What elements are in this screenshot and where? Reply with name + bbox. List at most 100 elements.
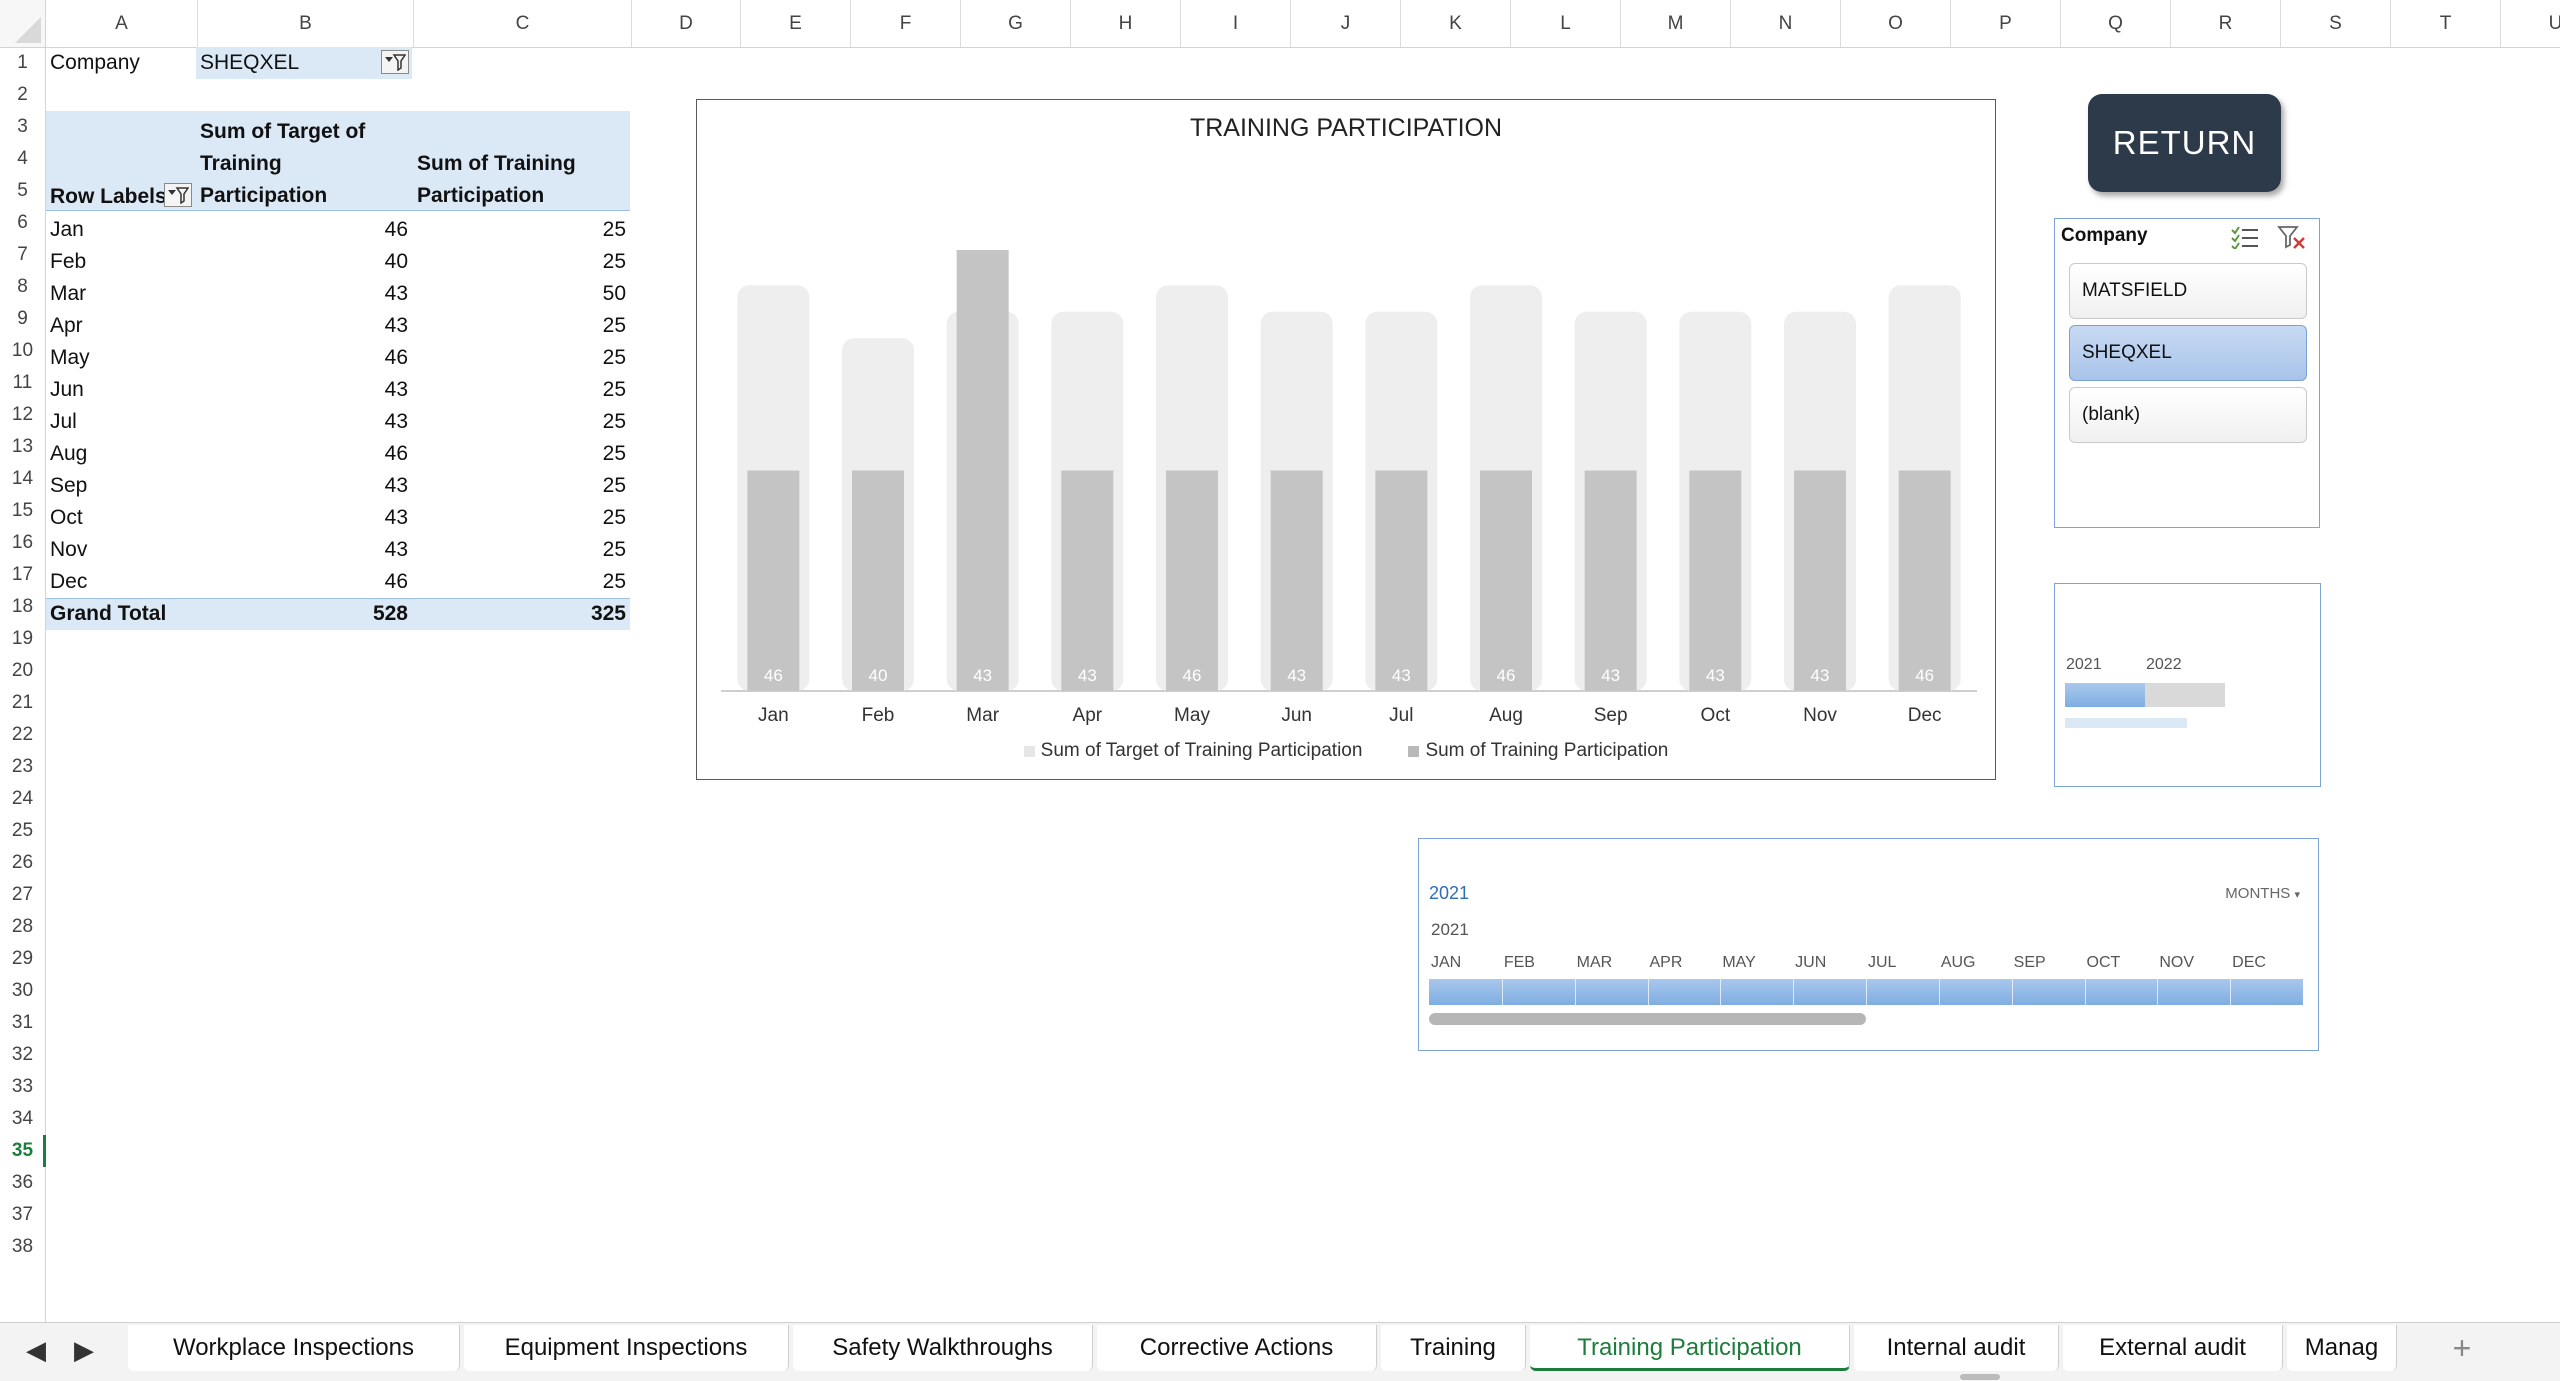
column-header-j[interactable]: J [1291, 0, 1401, 47]
row-header-1[interactable]: 1 [0, 47, 45, 79]
pivot-row-label[interactable]: Mar [46, 278, 196, 310]
column-header-p[interactable]: P [1951, 0, 2061, 47]
pivot-row-target[interactable]: 46 [196, 214, 412, 246]
timeline-year-2022[interactable]: 2022 [2146, 656, 2182, 674]
pivot-row-actual[interactable]: 50 [412, 278, 630, 310]
multi-select-icon[interactable] [2230, 225, 2260, 249]
row-header-15[interactable]: 15 [0, 495, 45, 527]
pivot-row-label[interactable]: Oct [46, 502, 196, 534]
row-header-5[interactable]: 5 [0, 175, 45, 207]
row-header-36[interactable]: 36 [0, 1167, 45, 1199]
column-header-o[interactable]: O [1841, 0, 1951, 47]
row-header-20[interactable]: 20 [0, 655, 45, 687]
timeline-month-feb[interactable]: FEB [1504, 954, 1535, 972]
pivot-row-actual[interactable]: 25 [412, 310, 630, 342]
row-header-3[interactable]: 3 [0, 111, 45, 143]
year-timeline[interactable]: 2021 2022 [2054, 583, 2321, 787]
timeline-month-jun[interactable]: JUN [1795, 954, 1826, 972]
pivot-row-target[interactable]: 43 [196, 374, 412, 406]
row-header-16[interactable]: 16 [0, 527, 45, 559]
row-header-35[interactable]: 35 [0, 1135, 45, 1167]
timeline-month-dec[interactable]: DEC [2232, 954, 2266, 972]
row-header-29[interactable]: 29 [0, 943, 45, 975]
pivot-row-label[interactable]: Jul [46, 406, 196, 438]
pivot-row-label[interactable]: Feb [46, 246, 196, 278]
bar-actual-jan[interactable] [747, 470, 800, 692]
slicer-item-blank[interactable]: (blank) [2069, 387, 2307, 443]
year-timeline-selection[interactable] [2065, 683, 2145, 707]
training-participation-chart[interactable]: TRAINING PARTICIPATION 46 Jan 40 Feb 43 Mar 43… [696, 99, 1996, 780]
column-header-b[interactable]: B [198, 0, 414, 47]
bar-actual-feb[interactable] [852, 470, 904, 692]
timeline-year-2021[interactable]: 2021 [2066, 656, 2102, 674]
clear-filter-icon[interactable] [2277, 225, 2307, 249]
row-header-25[interactable]: 25 [0, 815, 45, 847]
tab-safety-walkthroughs[interactable]: Safety Walkthroughs [793, 1325, 1093, 1371]
row-header-21[interactable]: 21 [0, 687, 45, 719]
column-header-u[interactable]: U [2501, 0, 2560, 47]
pivot-row-label[interactable]: Nov [46, 534, 196, 566]
pivot-row-target[interactable]: 43 [196, 278, 412, 310]
row-header-11[interactable]: 11 [0, 367, 45, 399]
slicer-item-sheqxel[interactable]: SHEQXEL [2069, 325, 2307, 381]
column-header-k[interactable]: K [1401, 0, 1511, 47]
bar-actual-jun[interactable] [1270, 470, 1323, 692]
pivot-row-label[interactable]: Apr [46, 310, 196, 342]
bar-actual-aug[interactable] [1480, 470, 1532, 692]
tab-internal-audit[interactable]: Internal audit [1854, 1325, 2059, 1371]
pivot-row-actual[interactable]: 25 [412, 470, 630, 502]
pivot-row-target[interactable]: 40 [196, 246, 412, 278]
row-header-12[interactable]: 12 [0, 399, 45, 431]
horizontal-scrollbar[interactable] [1960, 1374, 2000, 1380]
row-header-10[interactable]: 10 [0, 335, 45, 367]
pivot-row-actual[interactable]: 25 [412, 502, 630, 534]
timeline-month-aug[interactable]: AUG [1941, 954, 1976, 972]
pivot-row-actual[interactable]: 25 [412, 534, 630, 566]
bar-actual-mar[interactable] [956, 250, 1009, 691]
row-header-8[interactable]: 8 [0, 271, 45, 303]
tab-manag[interactable]: Manag [2287, 1325, 2397, 1371]
column-header-c[interactable]: C [414, 0, 632, 47]
row-header-23[interactable]: 23 [0, 751, 45, 783]
timeline-level-dropdown[interactable]: MONTHS ▾ [2225, 885, 2300, 902]
timeline-month-mar[interactable]: MAR [1577, 954, 1613, 972]
pivot-row-label[interactable]: Aug [46, 438, 196, 470]
pivot-row-target[interactable]: 46 [196, 342, 412, 374]
tab-workplace-inspections[interactable]: Workplace Inspections [128, 1325, 460, 1371]
pivot-row-target[interactable]: 46 [196, 566, 412, 598]
column-header-i[interactable]: I [1181, 0, 1291, 47]
column-header-n[interactable]: N [1731, 0, 1841, 47]
row-header-38[interactable]: 38 [0, 1231, 45, 1263]
pivot-row-target[interactable]: 43 [196, 534, 412, 566]
row-header-14[interactable]: 14 [0, 463, 45, 495]
row-header-37[interactable]: 37 [0, 1199, 45, 1231]
pivot-row-actual[interactable]: 25 [412, 214, 630, 246]
pivot-row-label[interactable]: Dec [46, 566, 196, 598]
pivot-row-actual[interactable]: 25 [412, 246, 630, 278]
column-header-h[interactable]: H [1071, 0, 1181, 47]
row-header-13[interactable]: 13 [0, 431, 45, 463]
tab-training[interactable]: Training [1381, 1325, 1526, 1371]
timeline-month-nov[interactable]: NOV [2159, 954, 2194, 972]
pivot-row-label[interactable]: Jun [46, 374, 196, 406]
bar-actual-apr[interactable] [1061, 470, 1114, 692]
row-header-27[interactable]: 27 [0, 879, 45, 911]
timeline-month-oct[interactable]: OCT [2087, 954, 2121, 972]
column-header-a[interactable]: A [46, 0, 198, 47]
column-header-r[interactable]: R [2171, 0, 2281, 47]
row-header-4[interactable]: 4 [0, 143, 45, 175]
pivot-row-label[interactable]: Sep [46, 470, 196, 502]
column-header-l[interactable]: L [1511, 0, 1621, 47]
column-header-m[interactable]: M [1621, 0, 1731, 47]
timeline-month-apr[interactable]: APR [1650, 954, 1683, 972]
bar-actual-sep[interactable] [1584, 470, 1637, 692]
column-header-g[interactable]: G [961, 0, 1071, 47]
row-header-26[interactable]: 26 [0, 847, 45, 879]
select-all-corner[interactable] [0, 0, 46, 47]
row-header-34[interactable]: 34 [0, 1103, 45, 1135]
tab-equipment-inspections[interactable]: Equipment Inspections [464, 1325, 789, 1371]
pivot-row-label[interactable]: Jan [46, 214, 196, 246]
add-sheet-icon[interactable]: + [2442, 1327, 2482, 1369]
company-slicer[interactable]: Company MATSFIELD SHEQXEL (blank) [2054, 218, 2320, 528]
row-header-32[interactable]: 32 [0, 1039, 45, 1071]
